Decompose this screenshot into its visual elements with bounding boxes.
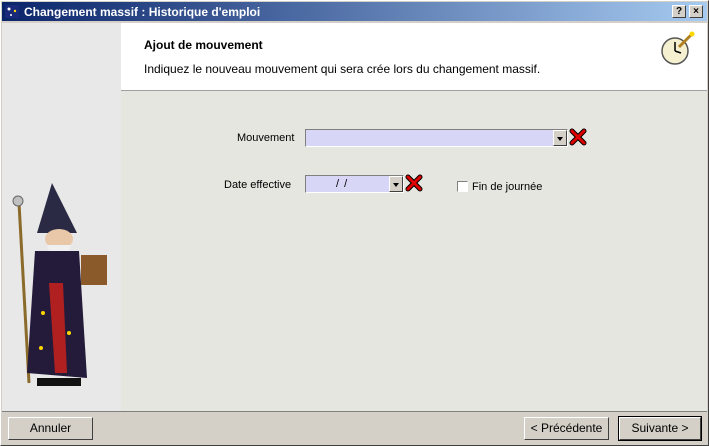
title-bar: Changement massif : Historique d'emploi … — [2, 2, 707, 21]
cancel-button[interactable]: Annuler — [8, 417, 93, 440]
close-button[interactable]: × — [689, 5, 703, 18]
chevron-down-icon[interactable] — [389, 176, 403, 192]
page-title: Ajout de mouvement — [144, 38, 263, 52]
wizard-sidebar — [2, 23, 121, 411]
fin-de-journee-label: Fin de journée — [472, 181, 543, 193]
wizard-window: Changement massif : Historique d'emploi … — [0, 0, 709, 446]
clear-icon[interactable] — [569, 128, 587, 146]
date-effective-value: / / — [336, 178, 349, 190]
fin-de-journee-checkbox[interactable] — [457, 181, 468, 192]
wizard-header: Ajout de mouvement Indiquez le nouveau m… — [121, 23, 707, 91]
chevron-down-icon[interactable] — [553, 130, 567, 146]
window-title: Changement massif : Historique d'emploi — [24, 5, 261, 19]
wizard-content: Mouvement Date effective / / Fin de jour… — [121, 91, 707, 411]
clear-icon[interactable] — [405, 174, 423, 192]
help-button[interactable]: ? — [672, 5, 686, 18]
date-effective-field[interactable]: / / — [305, 175, 404, 193]
mouvement-label: Mouvement — [237, 132, 295, 144]
date-effective-label: Date effective — [224, 179, 292, 191]
button-bar: Annuler < Précédente Suivante > — [2, 411, 707, 445]
wizard-illustration — [12, 183, 107, 386]
mouvement-select[interactable] — [305, 129, 568, 147]
page-description: Indiquez le nouveau mouvement qui sera c… — [144, 62, 541, 76]
app-icon — [5, 5, 19, 18]
next-button[interactable]: Suivante > — [618, 416, 702, 441]
wizard-clock-icon — [661, 31, 695, 65]
previous-button[interactable]: < Précédente — [524, 417, 609, 440]
